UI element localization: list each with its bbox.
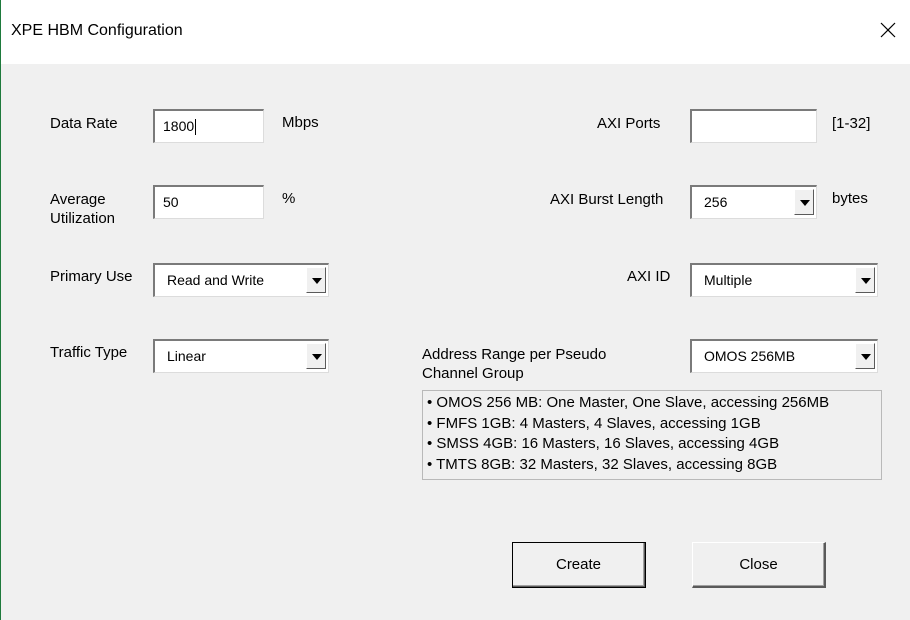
address-range-label-line2: Channel Group — [422, 365, 524, 382]
axi-burst-length-unit: bytes — [832, 190, 868, 207]
axi-ports-input[interactable] — [690, 109, 817, 143]
primary-use-value: Read and Write — [167, 272, 265, 288]
average-utilization-label-line2: Utilization — [50, 210, 116, 227]
address-range-label-line1: Address Range per Pseudo — [422, 346, 607, 363]
data-rate-label: Data Rate — [50, 115, 118, 132]
close-icon[interactable] — [876, 18, 900, 42]
chevron-down-icon[interactable] — [855, 267, 875, 293]
address-range-select[interactable]: OMOS 256MB — [690, 339, 878, 373]
axi-burst-length-select[interactable]: 256 — [690, 185, 817, 219]
axi-id-select[interactable]: Multiple — [690, 263, 878, 297]
address-range-value: OMOS 256MB — [704, 348, 796, 364]
info-line: • FMFS 1GB: 4 Masters, 4 Slaves, accessi… — [427, 414, 761, 432]
axi-id-value: Multiple — [704, 272, 753, 288]
traffic-type-select[interactable]: Linear — [153, 339, 329, 373]
average-utilization-unit: % — [282, 190, 296, 207]
primary-use-select[interactable]: Read and Write — [153, 263, 329, 297]
title-bar: XPE HBM Configuration — [1, 0, 910, 64]
text-caret — [195, 119, 197, 136]
average-utilization-label: Average Utilization — [50, 190, 115, 228]
data-rate-input[interactable]: 1800 — [153, 109, 264, 143]
axi-burst-length-label: AXI Burst Length — [550, 191, 664, 208]
traffic-type-value: Linear — [167, 348, 206, 364]
close-button[interactable]: Close — [692, 542, 826, 588]
average-utilization-label-line1: Average — [50, 191, 106, 208]
info-line: • TMTS 8GB: 32 Masters, 32 Slaves, acces… — [427, 455, 778, 473]
window-title: XPE HBM Configuration — [11, 22, 183, 39]
average-utilization-value: 50 — [163, 194, 179, 210]
create-button[interactable]: Create — [512, 542, 646, 588]
info-line: • OMOS 256 MB: One Master, One Slave, ac… — [427, 394, 830, 411]
chevron-down-icon[interactable] — [794, 189, 814, 215]
data-rate-value: 1800 — [163, 118, 195, 134]
axi-id-label: AXI ID — [627, 268, 671, 285]
average-utilization-input[interactable]: 50 — [153, 185, 264, 219]
primary-use-label: Primary Use — [50, 268, 133, 285]
chevron-down-icon[interactable] — [855, 343, 875, 369]
address-range-info-box: • OMOS 256 MB: One Master, One Slave, ac… — [422, 390, 882, 480]
address-range-label: Address Range per Pseudo Channel Group — [422, 345, 606, 383]
traffic-type-label: Traffic Type — [50, 344, 128, 361]
info-line: • SMSS 4GB: 16 Masters, 16 Slaves, acces… — [427, 435, 780, 452]
axi-ports-label: AXI Ports — [597, 115, 661, 132]
axi-burst-length-value: 256 — [704, 194, 728, 210]
data-rate-unit: Mbps — [282, 114, 319, 131]
axi-ports-range: [1-32] — [832, 115, 871, 132]
dialog-window: XPE HBM Configuration Data Rate 1800 Mbp… — [0, 0, 910, 620]
chevron-down-icon[interactable] — [306, 267, 326, 293]
chevron-down-icon[interactable] — [306, 343, 326, 369]
